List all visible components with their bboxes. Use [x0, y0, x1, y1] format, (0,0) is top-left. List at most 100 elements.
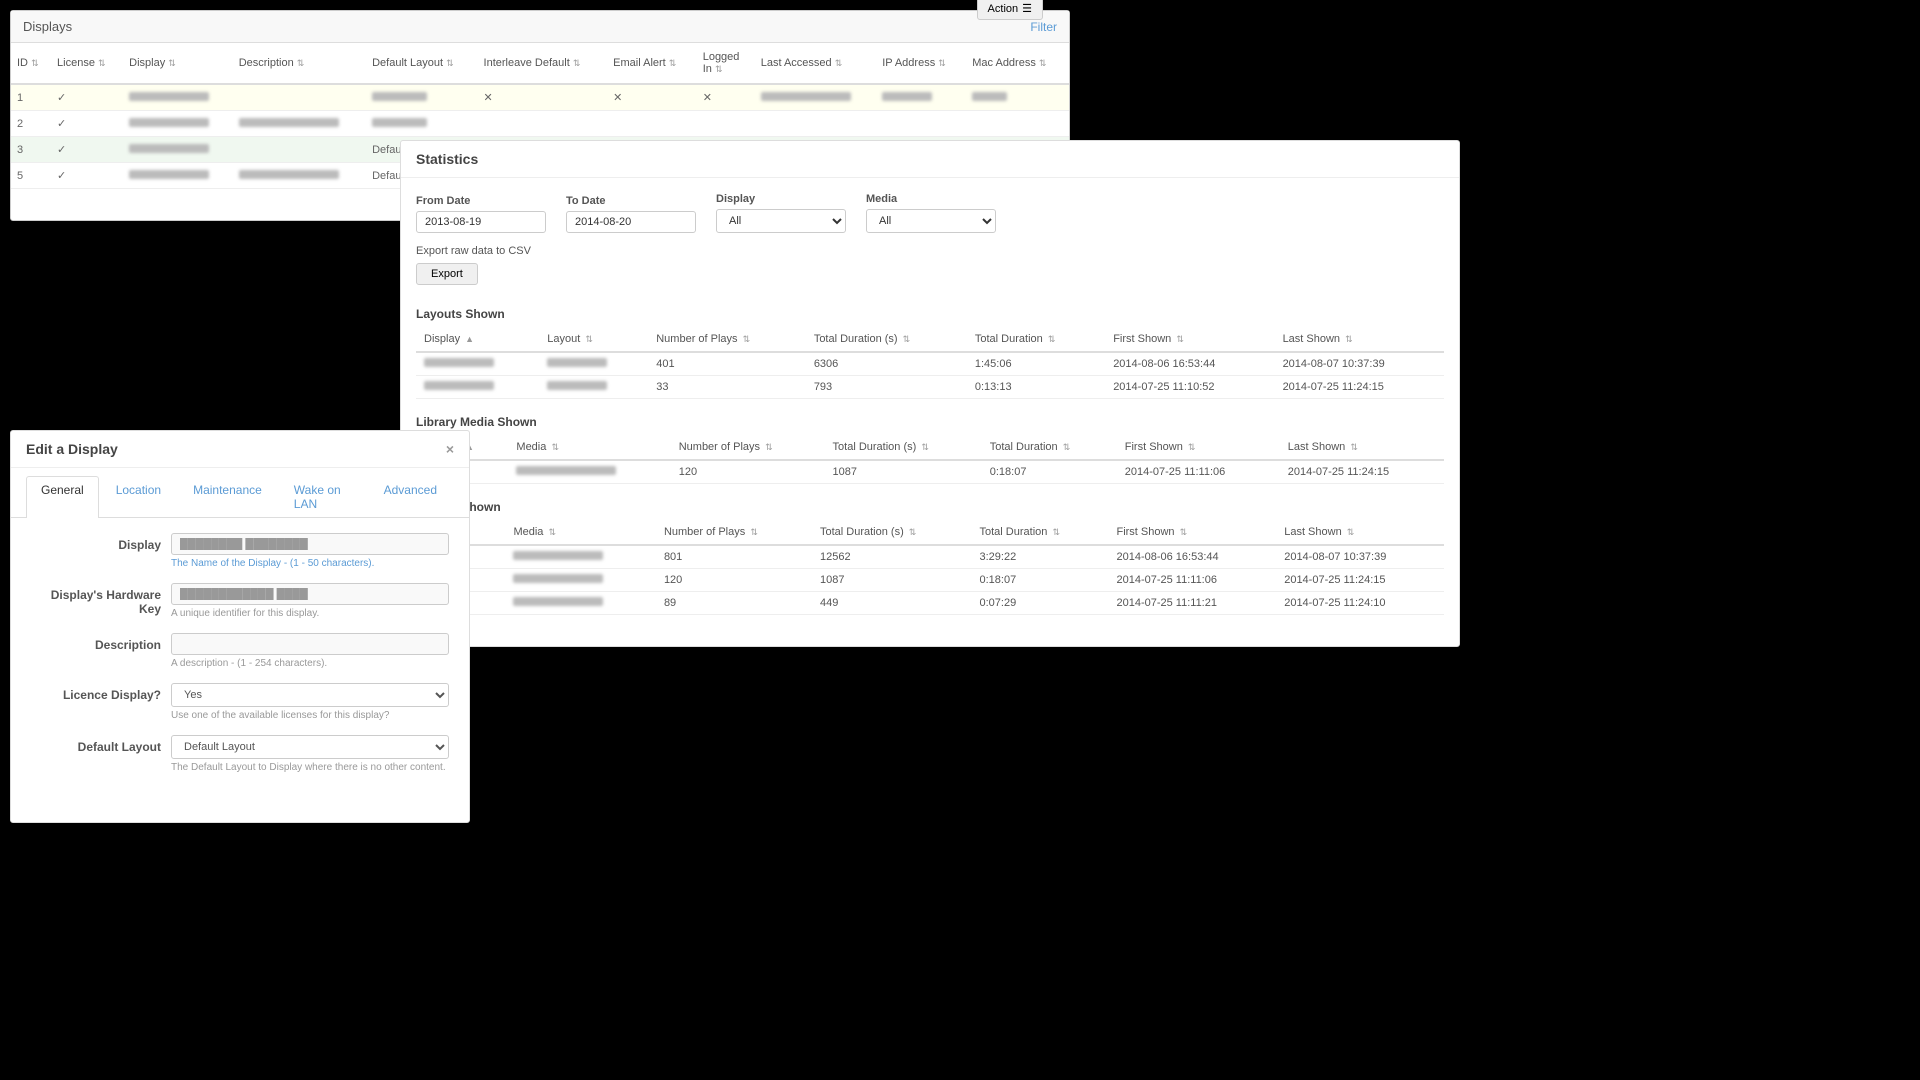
display-name-hint: The Name of the Display - (1 - 50 charac… — [171, 558, 449, 569]
media-label: Media — [866, 193, 996, 205]
cell-duration: 1:45:06 — [967, 352, 1105, 376]
lt-col-plays[interactable]: Number of Plays ⇅ — [648, 327, 806, 352]
cell-duration-s: 6306 — [806, 352, 967, 376]
ct-col-plays[interactable]: Number of Plays ⇅ — [656, 520, 812, 545]
col-interleave[interactable]: Interleave Default ⇅ — [478, 43, 608, 84]
tab-advanced[interactable]: Advanced — [369, 476, 452, 517]
col-display[interactable]: Display ⇅ — [123, 43, 233, 84]
display-select[interactable]: All — [716, 209, 846, 233]
displays-title: Displays — [23, 19, 72, 34]
tab-general[interactable]: General — [26, 476, 99, 518]
statistics-panel: Statistics From Date To Date Display All… — [400, 140, 1460, 647]
sort-desc-icon: ⇅ — [297, 58, 305, 68]
sort-display-icon: ⇅ — [168, 58, 176, 68]
cell-license: ✓ — [51, 163, 123, 189]
to-date-label: To Date — [566, 195, 696, 207]
cell-last-shown: 2014-07-25 11:24:15 — [1280, 460, 1444, 484]
cell-last-accessed — [755, 84, 876, 111]
lt-col-duration-s[interactable]: Total Duration (s) ⇅ — [806, 327, 967, 352]
cell-display — [123, 137, 233, 163]
ct-col-media[interactable]: Media ⇅ — [505, 520, 655, 545]
filter-row: From Date To Date Display All Media All — [416, 193, 1444, 233]
col-logged-in[interactable]: LoggedIn ⇅ — [697, 43, 755, 84]
table-row: 401 6306 1:45:06 2014-08-06 16:53:44 201… — [416, 352, 1444, 376]
edit-close-button[interactable]: × — [446, 441, 454, 457]
cell-duration: 0:18:07 — [972, 569, 1109, 592]
mt-col-plays[interactable]: Number of Plays ⇅ — [671, 435, 825, 460]
cell-mac — [966, 111, 1069, 137]
cell-layout — [366, 111, 477, 137]
lt-col-display[interactable]: Display ▲ — [416, 327, 539, 352]
sort-email-icon: ⇅ — [669, 58, 677, 68]
default-layout-row: Default Layout Default Layout The Defaul… — [31, 735, 449, 773]
hardware-key-input[interactable] — [171, 583, 449, 605]
lt-col-layout[interactable]: Layout ⇅ — [539, 327, 648, 352]
edit-display-panel: Edit a Display × GeneralLocationMaintena… — [10, 430, 470, 823]
hardware-key-label: Display's Hardware Key — [31, 583, 161, 616]
description-input[interactable] — [171, 633, 449, 655]
col-mac[interactable]: Mac Address ⇅ — [966, 43, 1069, 84]
cell-first-shown: 2014-07-25 11:10:52 — [1105, 376, 1274, 399]
tab-wake-on-lan[interactable]: Wake on LAN — [279, 476, 367, 517]
cell-license: ✓ — [51, 84, 123, 111]
mt-col-media[interactable]: Media ⇅ — [508, 435, 670, 460]
col-ip[interactable]: IP Address ⇅ — [876, 43, 966, 84]
table-row: 89 449 0:07:29 2014-07-25 11:11:21 2014-… — [416, 592, 1444, 615]
edit-title: Edit a Display — [26, 441, 118, 457]
cell-last-accessed — [755, 111, 876, 137]
mt-col-first-shown[interactable]: First Shown ⇅ — [1117, 435, 1280, 460]
hardware-key-field: A unique identifier for this display. — [171, 583, 449, 619]
description-row: Description A description - (1 - 254 cha… — [31, 633, 449, 669]
cell-duration-s: 793 — [806, 376, 967, 399]
cell-duration-s: 12562 — [812, 545, 972, 569]
table-row[interactable]: 2 ✓ — [11, 111, 1069, 137]
lt-col-duration[interactable]: Total Duration ⇅ — [967, 327, 1105, 352]
cell-last-shown: 2014-08-07 10:37:39 — [1276, 545, 1444, 569]
col-id[interactable]: ID ⇅ — [11, 43, 51, 84]
table-row[interactable]: 1 ✓ ✕ ✕ ✕ — [11, 84, 1069, 111]
col-email-alert[interactable]: Email Alert ⇅ — [607, 43, 697, 84]
media-select[interactable]: All — [866, 209, 996, 233]
sort-layout-icon: ⇅ — [446, 58, 454, 68]
export-button[interactable]: Export — [416, 263, 478, 285]
cell-ip — [876, 84, 966, 111]
cell-logged-in: ✕ — [697, 84, 755, 111]
action-button[interactable]: Action ☰ — [977, 0, 1043, 20]
col-license[interactable]: License ⇅ — [51, 43, 123, 84]
action-label: Action — [988, 3, 1019, 15]
col-default-layout[interactable]: Default Layout ⇅ — [366, 43, 477, 84]
sort-ip-icon: ⇅ — [938, 58, 946, 68]
ct-col-duration[interactable]: Total Duration ⇅ — [972, 520, 1109, 545]
lt-col-last-shown[interactable]: Last Shown ⇅ — [1275, 327, 1444, 352]
col-last-accessed[interactable]: Last Accessed ⇅ — [755, 43, 876, 84]
sort-accessed-icon: ⇅ — [835, 58, 843, 68]
lt-col-first-shown[interactable]: First Shown ⇅ — [1105, 327, 1274, 352]
mt-col-duration-s[interactable]: Total Duration (s) ⇅ — [825, 435, 982, 460]
display-name-input[interactable] — [171, 533, 449, 555]
tab-location[interactable]: Location — [101, 476, 176, 517]
ct-col-first-shown[interactable]: First Shown ⇅ — [1108, 520, 1276, 545]
table-row: 801 12562 3:29:22 2014-08-06 16:53:44 20… — [416, 545, 1444, 569]
action-menu-icon: ☰ — [1022, 2, 1032, 15]
licence-field: Yes No Use one of the available licenses… — [171, 683, 449, 721]
mt-col-duration[interactable]: Total Duration ⇅ — [982, 435, 1117, 460]
from-date-input[interactable] — [416, 211, 546, 233]
edit-tabs: GeneralLocationMaintenanceWake on LANAdv… — [11, 468, 469, 518]
ct-col-duration-s[interactable]: Total Duration (s) ⇅ — [812, 520, 972, 545]
statistics-title: Statistics — [401, 141, 1459, 178]
cell-media — [508, 460, 670, 484]
table-row: 120 1087 0:18:07 2014-07-25 11:11:06 201… — [416, 569, 1444, 592]
mt-col-last-shown[interactable]: Last Shown ⇅ — [1280, 435, 1444, 460]
default-layout-select[interactable]: Default Layout — [171, 735, 449, 759]
licence-select[interactable]: Yes No — [171, 683, 449, 707]
cell-display — [416, 376, 539, 399]
ct-col-last-shown[interactable]: Last Shown ⇅ — [1276, 520, 1444, 545]
tab-maintenance[interactable]: Maintenance — [178, 476, 277, 517]
library-media-label: Library Media Shown — [416, 415, 1444, 429]
display-filter-label: Display — [716, 193, 846, 205]
cell-description — [233, 84, 366, 111]
cell-layout — [366, 84, 477, 111]
col-description[interactable]: Description ⇅ — [233, 43, 366, 84]
to-date-input[interactable] — [566, 211, 696, 233]
cell-id: 3 — [11, 137, 51, 163]
